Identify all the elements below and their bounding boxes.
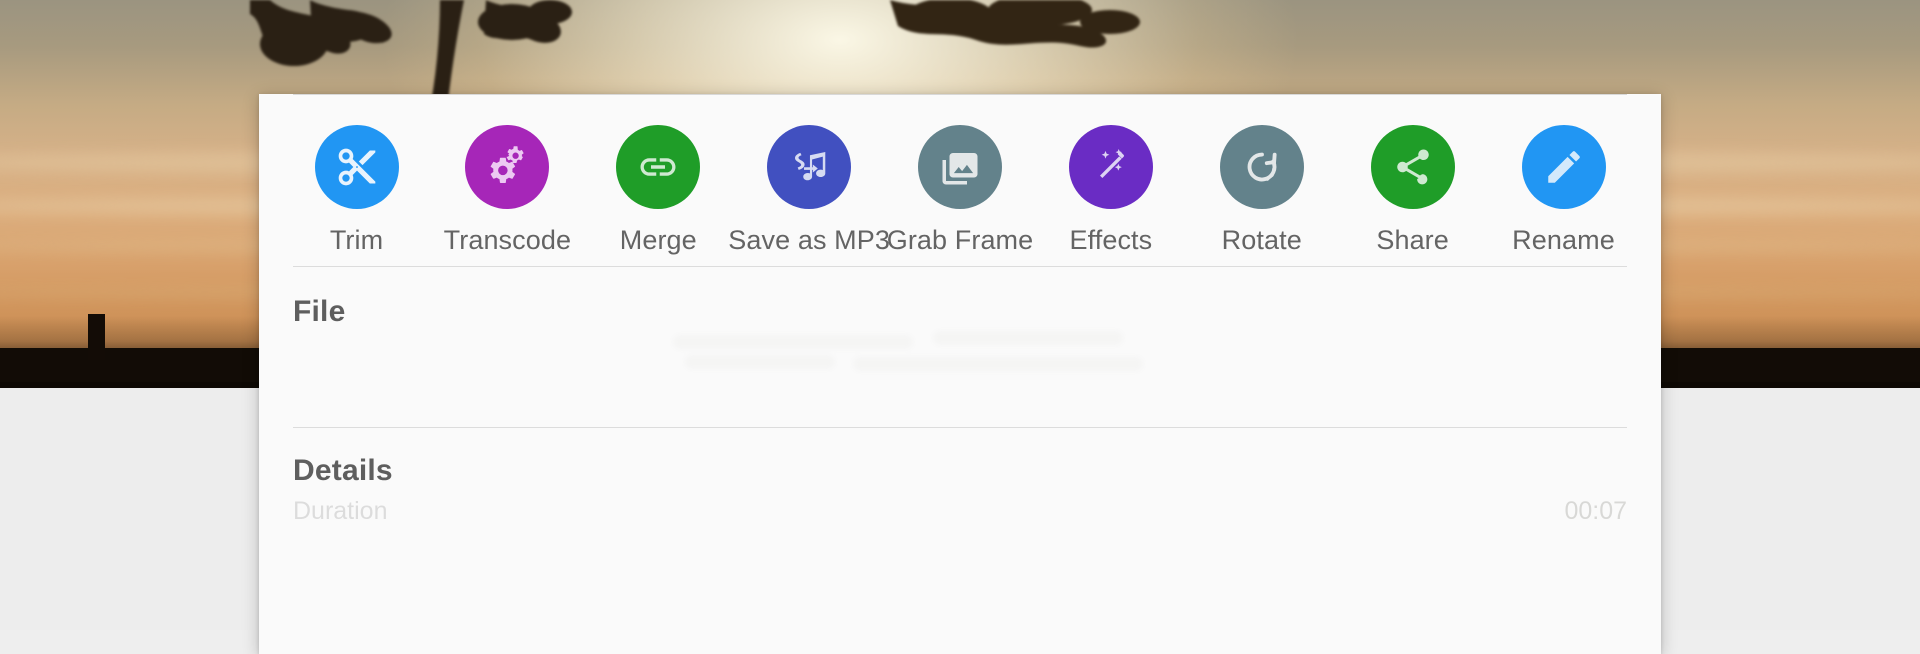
action-merge[interactable]: Merge — [589, 125, 728, 256]
action-label: Grab Frame — [886, 225, 1034, 255]
transcode-icon-circle — [465, 125, 550, 209]
grab-frame-icon-circle — [918, 125, 1002, 209]
action-rename[interactable]: Rename — [1494, 125, 1633, 256]
action-share[interactable]: Share — [1343, 125, 1482, 256]
file-section: File — [259, 267, 1661, 427]
share-nodes-icon — [1396, 149, 1429, 185]
details-section: Details Duration 00:07 — [259, 428, 1661, 526]
link-icon — [640, 158, 676, 176]
action-toolbar: Trim Transcode Merge Save as MP3 Grab Fr… — [259, 95, 1661, 266]
action-save-as-mp3[interactable]: Save as MP3 — [728, 125, 890, 256]
effects-icon-circle — [1068, 125, 1153, 209]
action-label: Share — [1376, 225, 1449, 255]
trim-icon-circle — [314, 125, 399, 209]
detail-value: 00:07 — [1564, 497, 1627, 525]
action-label: Rotate — [1221, 225, 1302, 255]
action-label: Merge — [619, 225, 697, 255]
action-label: Rename — [1512, 225, 1615, 255]
tree-silhouette-icon — [890, 0, 1140, 48]
action-label: Transcode — [443, 225, 572, 255]
file-section-content-placeholder — [293, 329, 1627, 401]
action-grab-frame[interactable]: Grab Frame — [887, 125, 1033, 256]
save-as-mp3-icon-circle — [767, 125, 852, 209]
rotate-cw-icon — [1247, 152, 1277, 182]
detail-label: Duration — [293, 497, 388, 525]
action-transcode[interactable]: Transcode — [438, 125, 577, 256]
share-icon-circle — [1370, 125, 1455, 209]
rename-icon-circle — [1521, 125, 1606, 209]
action-label: Trim — [329, 225, 384, 255]
details-section-title: Details — [293, 454, 393, 487]
music-note-icon — [795, 152, 826, 181]
photo-stack-icon — [942, 153, 978, 185]
gears-icon — [491, 146, 525, 183]
pencil-icon — [1547, 151, 1580, 183]
action-trim[interactable]: Trim — [287, 125, 426, 256]
action-rotate[interactable]: Rotate — [1192, 125, 1331, 256]
tower-silhouette — [88, 314, 105, 360]
merge-icon-circle — [616, 125, 701, 209]
file-info-dialog: Trim Transcode Merge Save as MP3 Grab Fr… — [259, 94, 1661, 654]
file-section-title: File — [293, 295, 346, 328]
magic-wand-icon — [1099, 149, 1124, 178]
scissors-icon — [338, 148, 375, 186]
rotate-icon-circle — [1219, 125, 1304, 209]
action-label: Effects — [1069, 225, 1153, 255]
action-effects[interactable]: Effects — [1041, 125, 1180, 256]
detail-row: Duration 00:07 — [293, 497, 1627, 526]
action-label: Save as MP3 — [728, 225, 890, 255]
